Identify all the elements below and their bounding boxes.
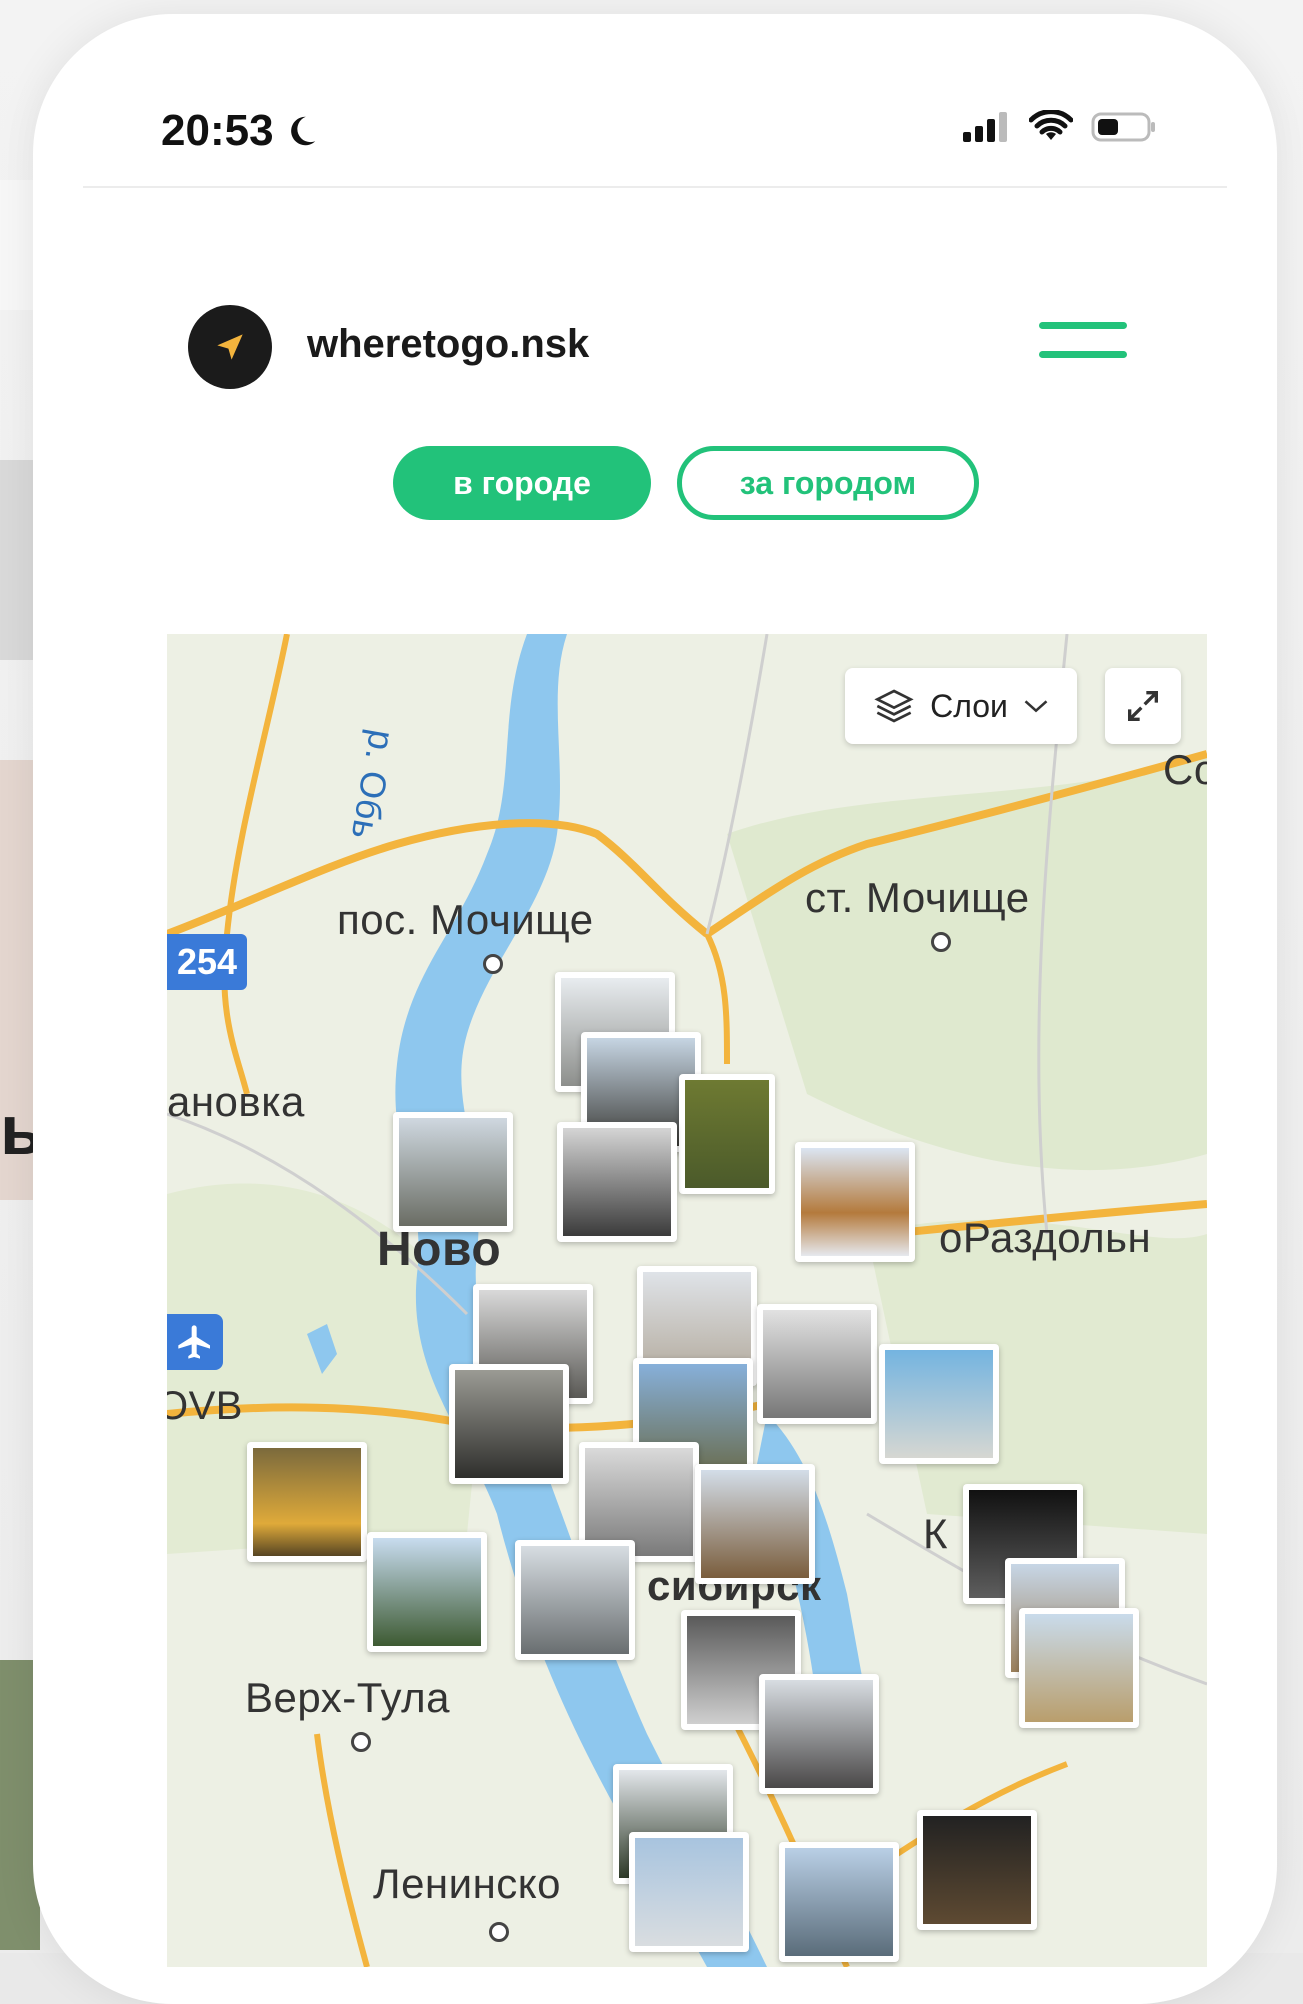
map-label-ivanovka: ановка (167, 1078, 305, 1125)
airport-icon[interactable] (167, 1314, 223, 1370)
map-label-ovb: OVB (167, 1384, 243, 1428)
battery-icon (1091, 112, 1155, 142)
plane-icon (178, 1325, 210, 1359)
layers-label: Слои (930, 687, 1008, 724)
layers-button[interactable]: Слои (845, 668, 1077, 744)
photo-marker[interactable] (795, 1142, 915, 1262)
map-label-razdolnoe: оРаздольн (939, 1214, 1152, 1261)
map-label-leninskoe: Ленинско (373, 1860, 561, 1907)
photo-marker[interactable] (449, 1364, 569, 1484)
layers-icon (874, 689, 914, 723)
photo-marker[interactable] (247, 1442, 367, 1562)
clock-text: 20:53 (161, 106, 274, 155)
photo-marker[interactable] (629, 1832, 749, 1952)
photo-marker[interactable] (393, 1112, 513, 1232)
photo-marker[interactable] (695, 1464, 815, 1584)
photo-marker[interactable] (779, 1842, 899, 1962)
site-header: wheretogo.nsk (33, 284, 1277, 389)
map-label-verkh-tula: Верх-Тула (245, 1674, 450, 1721)
map-point (931, 932, 951, 952)
photo-marker[interactable] (1019, 1608, 1139, 1728)
map-point (483, 954, 503, 974)
signal-icon (963, 112, 1007, 142)
map-point (351, 1732, 371, 1752)
fullscreen-button[interactable] (1105, 668, 1181, 744)
clock: 20:53 (161, 106, 320, 156)
wifi-icon (1029, 110, 1073, 140)
logo[interactable] (188, 305, 272, 389)
status-icons (961, 110, 1157, 144)
photo-marker[interactable] (879, 1344, 999, 1464)
photo-marker[interactable] (515, 1540, 635, 1660)
hamburger-menu-icon[interactable] (1039, 322, 1127, 366)
moon-icon (290, 116, 315, 146)
road-number-badge: 254 (167, 934, 247, 990)
tab-outside-city[interactable]: за городом (677, 446, 979, 520)
photo-marker[interactable] (679, 1074, 775, 1194)
status-bar: 20:53 (33, 14, 1277, 194)
chevron-down-icon (1024, 700, 1048, 713)
phone-screen: 20:53 wheretogo.nsk в городе за городом … (33, 14, 1277, 2004)
brand-name[interactable]: wheretogo.nsk (307, 322, 589, 367)
map-point (489, 1922, 509, 1942)
photo-marker[interactable] (759, 1674, 879, 1794)
photo-marker[interactable] (367, 1532, 487, 1652)
photo-marker[interactable] (557, 1122, 677, 1242)
divider (83, 186, 1227, 188)
location-tabs: в городе за городом (33, 446, 1277, 526)
map-label-co: Со (1163, 746, 1207, 793)
tab-in-city[interactable]: в городе (393, 446, 651, 520)
map-label-k: К (923, 1510, 948, 1557)
map-label-st-mochische: ст. Мочище (805, 874, 1030, 921)
expand-icon (1128, 691, 1158, 721)
photo-marker[interactable] (757, 1304, 877, 1424)
map[interactable]: р. Обь пос. Мочище ст. Мочище Со ановка … (167, 634, 1207, 1967)
navigation-arrow-icon (217, 334, 243, 360)
photo-marker[interactable] (917, 1810, 1037, 1930)
map-label-pos-mochische: пос. Мочище (337, 896, 594, 943)
